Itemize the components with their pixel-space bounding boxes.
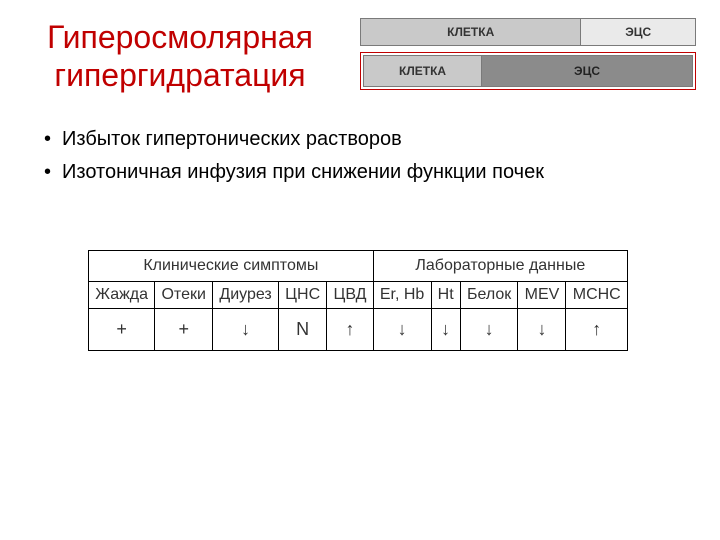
bullet-dot-icon: •	[44, 128, 62, 151]
table-column-header-row: Жажда Отеки Диурез ЦНС ЦВД Er, Hb Ht Бел…	[89, 282, 628, 309]
slide-title: Гиперосмолярная гипергидратация	[10, 18, 350, 95]
col-header: Ht	[431, 282, 460, 309]
compartment-diagram: КЛЕТКА ЭЦС КЛЕТКА ЭЦС	[360, 18, 696, 90]
bullet-text: Изотоничная инфузия при снижении функции…	[62, 161, 544, 183]
cell-value: +	[89, 309, 155, 351]
table-value-row: + + ↓ N ↑ ↓ ↓ ↓ ↓ ↑	[89, 309, 628, 351]
cell-value: +	[155, 309, 213, 351]
col-header: MCHC	[566, 282, 628, 309]
cell-value: ↓	[431, 309, 460, 351]
col-header: Отеки	[155, 282, 213, 309]
cell-value: ↓	[460, 309, 518, 351]
col-header: MEV	[518, 282, 566, 309]
bullet-item: •Изотоничная инфузия при снижении функци…	[44, 161, 544, 184]
bullet-list: •Избыток гипертонических растворов •Изот…	[44, 128, 544, 194]
col-header: ЦВД	[327, 282, 373, 309]
title-line2: гипергидратация	[54, 57, 305, 93]
group-header-clinical: Клинические симптомы	[89, 251, 374, 282]
title-line1: Гиперосмолярная	[47, 19, 313, 55]
col-header: Диурез	[213, 282, 279, 309]
col-header: Жажда	[89, 282, 155, 309]
cell-value: ↓	[373, 309, 431, 351]
diagram-row-highlighted: КЛЕТКА ЭЦС	[360, 52, 696, 90]
diagram-cell-ecs: ЭЦС	[581, 19, 695, 45]
col-header: ЦНС	[279, 282, 327, 309]
diagram-cell-kletka-shrunk: КЛЕТКА	[364, 56, 482, 86]
bullet-item: •Избыток гипертонических растворов	[44, 128, 544, 151]
data-table-wrap: Клинические симптомы Лабораторные данные…	[88, 250, 628, 351]
col-header: Er, Hb	[373, 282, 431, 309]
data-table: Клинические симптомы Лабораторные данные…	[88, 250, 628, 351]
cell-value: ↓	[518, 309, 566, 351]
cell-value: ↓	[213, 309, 279, 351]
col-header: Белок	[460, 282, 518, 309]
cell-value: ↑	[327, 309, 373, 351]
cell-value: ↑	[566, 309, 628, 351]
diagram-cell-kletka: КЛЕТКА	[361, 19, 581, 45]
diagram-row-normal: КЛЕТКА ЭЦС	[360, 18, 696, 46]
diagram-cell-ecs-expanded: ЭЦС	[482, 56, 692, 86]
group-header-lab: Лабораторные данные	[373, 251, 627, 282]
bullet-dot-icon: •	[44, 161, 62, 184]
bullet-text: Избыток гипертонических растворов	[62, 128, 402, 150]
cell-value: N	[279, 309, 327, 351]
table-group-header-row: Клинические симптомы Лабораторные данные	[89, 251, 628, 282]
